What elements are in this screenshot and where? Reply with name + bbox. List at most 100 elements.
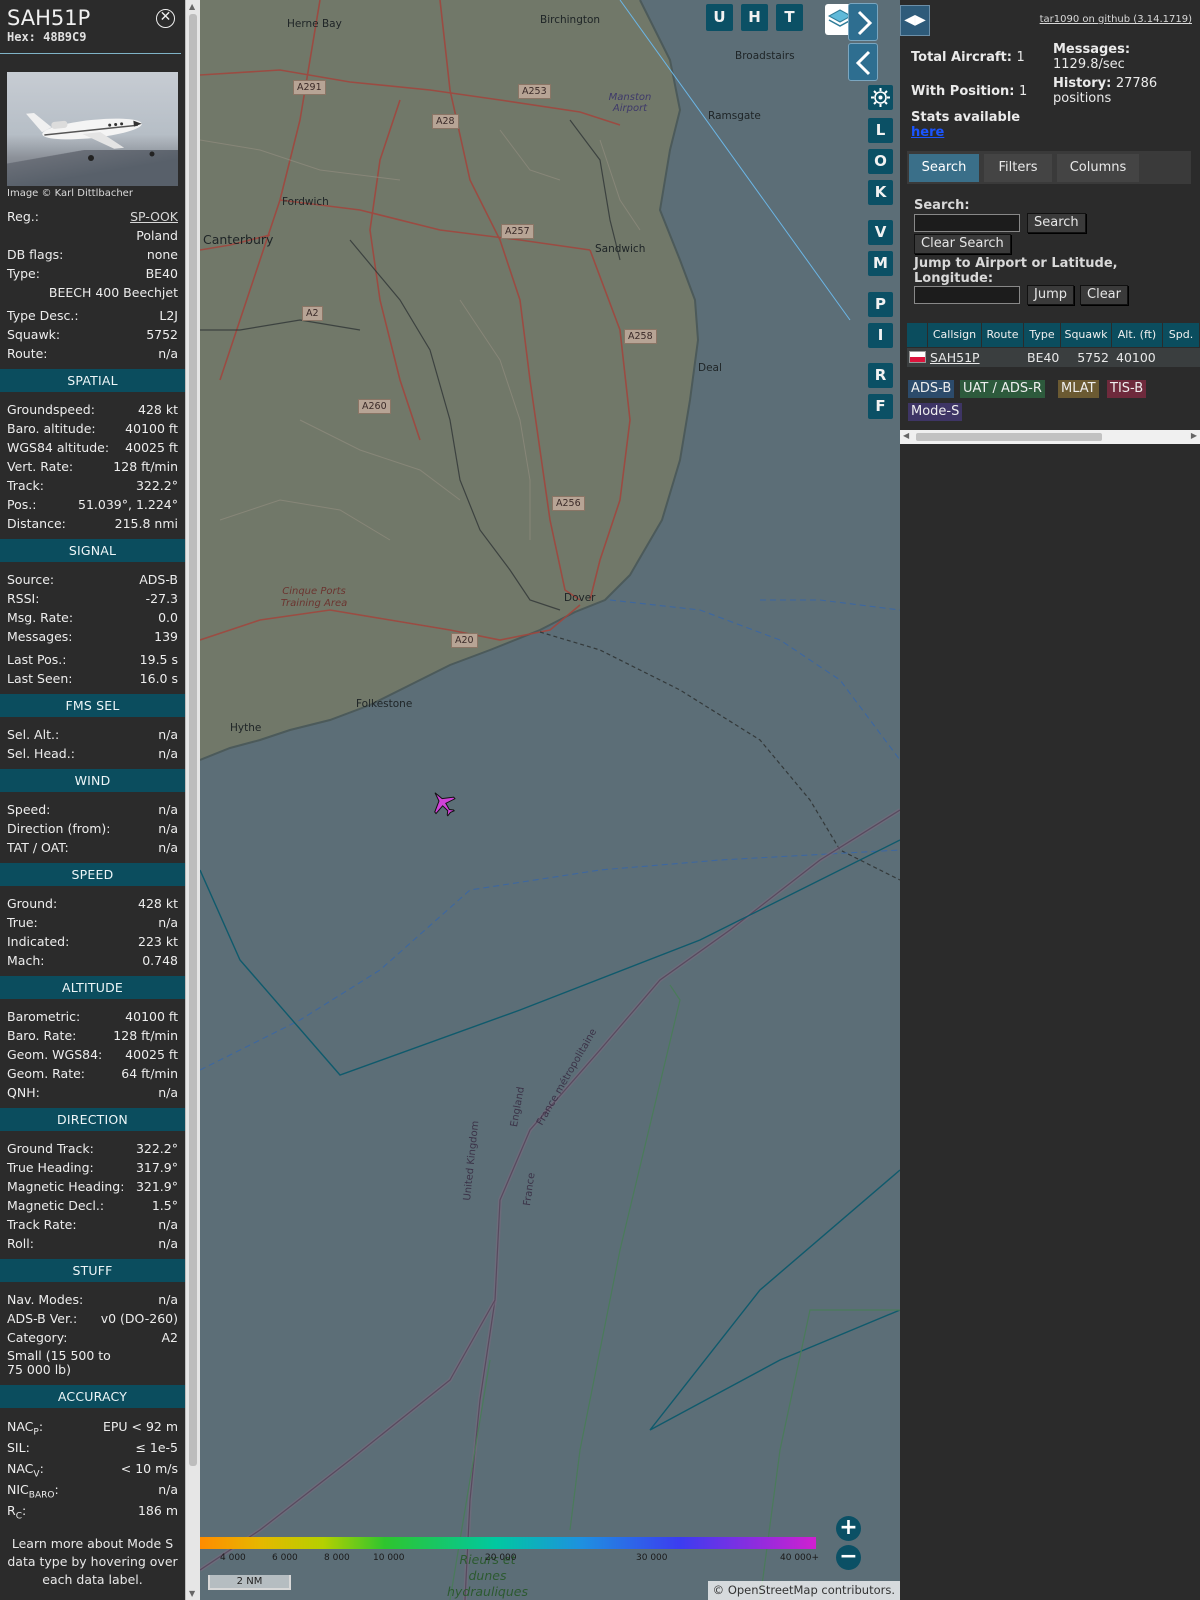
speed-row: Mach: 0.748 xyxy=(0,951,185,970)
col-type[interactable]: Type xyxy=(1024,323,1061,347)
settings-gear-icon[interactable] xyxy=(868,85,893,110)
spatial-list: Groundspeed: 428 kt Baro. altitude: 40100 f… xyxy=(0,400,185,533)
scroll-right-icon[interactable]: ▶ xyxy=(1191,431,1197,440)
map-button-v[interactable]: V xyxy=(868,220,893,245)
scroll-up-icon[interactable]: ▲ xyxy=(189,2,195,11)
clear-button[interactable]: Clear xyxy=(1080,285,1128,305)
direction-label[interactable]: Magnetic Heading: xyxy=(7,1177,124,1196)
signal-row: RSSI: -27.3 xyxy=(0,589,185,608)
stats-link[interactable]: here xyxy=(911,125,944,140)
fms-label[interactable]: Sel. Alt.: xyxy=(7,725,59,744)
map-button-p[interactable]: P xyxy=(868,292,893,317)
map-button-u[interactable]: U xyxy=(706,4,733,31)
table-horizontal-scrollbar[interactable]: ◀ ▶ xyxy=(900,430,1200,444)
altitude-label[interactable]: Baro. Rate: xyxy=(7,1026,76,1045)
signal-label[interactable]: Messages: xyxy=(7,627,73,646)
direction-label[interactable]: Roll: xyxy=(7,1234,34,1253)
wind-label[interactable]: TAT / OAT: xyxy=(7,838,69,857)
github-link[interactable]: tar1090 on github (3.14.1719) xyxy=(1040,14,1192,25)
map-button-o[interactable]: O xyxy=(868,149,893,174)
close-icon[interactable]: ✕ xyxy=(156,9,175,28)
map-button-m[interactable]: M xyxy=(868,251,893,276)
map-scale: 2 NM xyxy=(208,1575,291,1590)
table-row[interactable]: SAH51P BE40 5752 40100 xyxy=(907,348,1200,367)
road-label: A258 xyxy=(624,329,657,344)
map-button-f[interactable]: F xyxy=(868,394,893,419)
tab-search[interactable]: Search xyxy=(909,154,979,182)
signal-label[interactable]: RSSI: xyxy=(7,589,39,608)
col-flag[interactable] xyxy=(907,323,928,347)
spatial-label[interactable]: Track: xyxy=(7,476,44,495)
direction-label[interactable]: Magnetic Decl.: xyxy=(7,1196,104,1215)
squawk-row: Squawk: 5752 xyxy=(0,325,185,344)
map-button-i[interactable]: I xyxy=(868,323,893,348)
row-callsign[interactable]: SAH51P xyxy=(930,348,980,367)
next-icon[interactable] xyxy=(848,3,878,41)
place-label: Cinque Ports Training Area xyxy=(280,586,348,609)
speed-label[interactable]: Indicated: xyxy=(7,932,69,951)
map-attribution[interactable]: © OpenStreetMap contributors. xyxy=(707,1581,900,1600)
map-button-t[interactable]: T xyxy=(776,4,803,31)
tab-filters[interactable]: Filters xyxy=(984,154,1052,182)
table-scroll-thumb[interactable] xyxy=(916,433,1102,441)
clear-search-button[interactable]: Clear Search xyxy=(914,234,1011,254)
altitude-label[interactable]: Barometric: xyxy=(7,1007,80,1026)
zoom-in-icon[interactable]: + xyxy=(836,1516,861,1541)
speed-label[interactable]: Ground: xyxy=(7,894,57,913)
map-button-k[interactable]: K xyxy=(868,180,893,205)
col-route[interactable]: Route xyxy=(982,323,1024,347)
wind-label[interactable]: Direction (from): xyxy=(7,819,111,838)
sidebar-scroll-thumb[interactable] xyxy=(189,14,197,1466)
col-speed[interactable]: Spd. xyxy=(1163,323,1200,347)
direction-label[interactable]: Ground Track: xyxy=(7,1139,94,1158)
rc-label[interactable]: RC: xyxy=(7,1500,26,1522)
spatial-label[interactable]: Baro. altitude: xyxy=(7,419,96,438)
spatial-label[interactable]: WGS84 altitude: xyxy=(7,438,109,457)
altitude-label[interactable]: Geom. Rate: xyxy=(7,1064,85,1083)
jump-button[interactable]: Jump xyxy=(1027,285,1074,305)
scroll-down-icon[interactable]: ▼ xyxy=(189,1589,195,1598)
speed-value: 0.748 xyxy=(142,953,178,968)
reg-row: Reg.: SP-OOK xyxy=(0,207,185,226)
aircraft-photo[interactable] xyxy=(7,72,178,186)
map-button-r[interactable]: R xyxy=(868,363,893,388)
map-button-l[interactable]: L xyxy=(868,118,893,143)
search-button[interactable]: Search xyxy=(1027,213,1086,233)
col-altitude[interactable]: Alt. (ft) xyxy=(1112,323,1163,347)
map-button-h[interactable]: H xyxy=(741,4,768,31)
signal-label[interactable]: Last Seen: xyxy=(7,669,72,688)
tab-columns[interactable]: Columns xyxy=(1057,154,1139,182)
direction-label[interactable]: True Heading: xyxy=(7,1158,94,1177)
signal-label[interactable]: Source: xyxy=(7,570,54,589)
altitude-label[interactable]: QNH: xyxy=(7,1083,40,1102)
col-callsign[interactable]: Callsign xyxy=(928,323,982,347)
spatial-label[interactable]: Pos.: xyxy=(7,495,36,514)
scroll-left-icon[interactable]: ◀ xyxy=(903,431,909,440)
altitude-label[interactable]: Geom. WGS84: xyxy=(7,1045,102,1064)
spatial-label[interactable]: Vert. Rate: xyxy=(7,457,73,476)
registration-link[interactable]: SP-OOK xyxy=(130,207,178,226)
map-view[interactable]: Herne Bay Birchington Broadstairs Mansto… xyxy=(200,0,900,1600)
wind-label[interactable]: Speed: xyxy=(7,800,50,819)
direction-label[interactable]: Track Rate: xyxy=(7,1215,77,1234)
speed-label[interactable]: Mach: xyxy=(7,951,44,970)
jump-input[interactable] xyxy=(914,286,1020,304)
fms-row: Sel. Alt.: n/a xyxy=(0,725,185,744)
nacp-label[interactable]: NACP: xyxy=(7,1416,43,1438)
spatial-label[interactable]: Distance: xyxy=(7,514,66,533)
fms-label[interactable]: Sel. Head.: xyxy=(7,744,75,763)
col-squawk[interactable]: Squawk xyxy=(1061,323,1112,347)
signal-label[interactable]: Last Pos.: xyxy=(7,650,66,669)
speed-label[interactable]: True: xyxy=(7,913,38,932)
split-toggle-icon[interactable]: ◀▶ xyxy=(900,5,930,36)
sil-label[interactable]: SIL: xyxy=(7,1437,30,1458)
zoom-out-icon[interactable]: − xyxy=(836,1545,861,1570)
nicbaro-label[interactable]: NICBARO: xyxy=(7,1479,59,1501)
signal-label[interactable]: Msg. Rate: xyxy=(7,608,73,627)
sidebar-scrollbar[interactable]: ▲ ▼ xyxy=(185,0,200,1600)
search-input[interactable] xyxy=(914,214,1020,232)
prev-icon[interactable] xyxy=(848,43,878,81)
spatial-label[interactable]: Groundspeed: xyxy=(7,400,95,419)
adsbver-value: v0 (DO-260) xyxy=(100,1311,178,1326)
nacv-label[interactable]: NACV: xyxy=(7,1458,44,1480)
